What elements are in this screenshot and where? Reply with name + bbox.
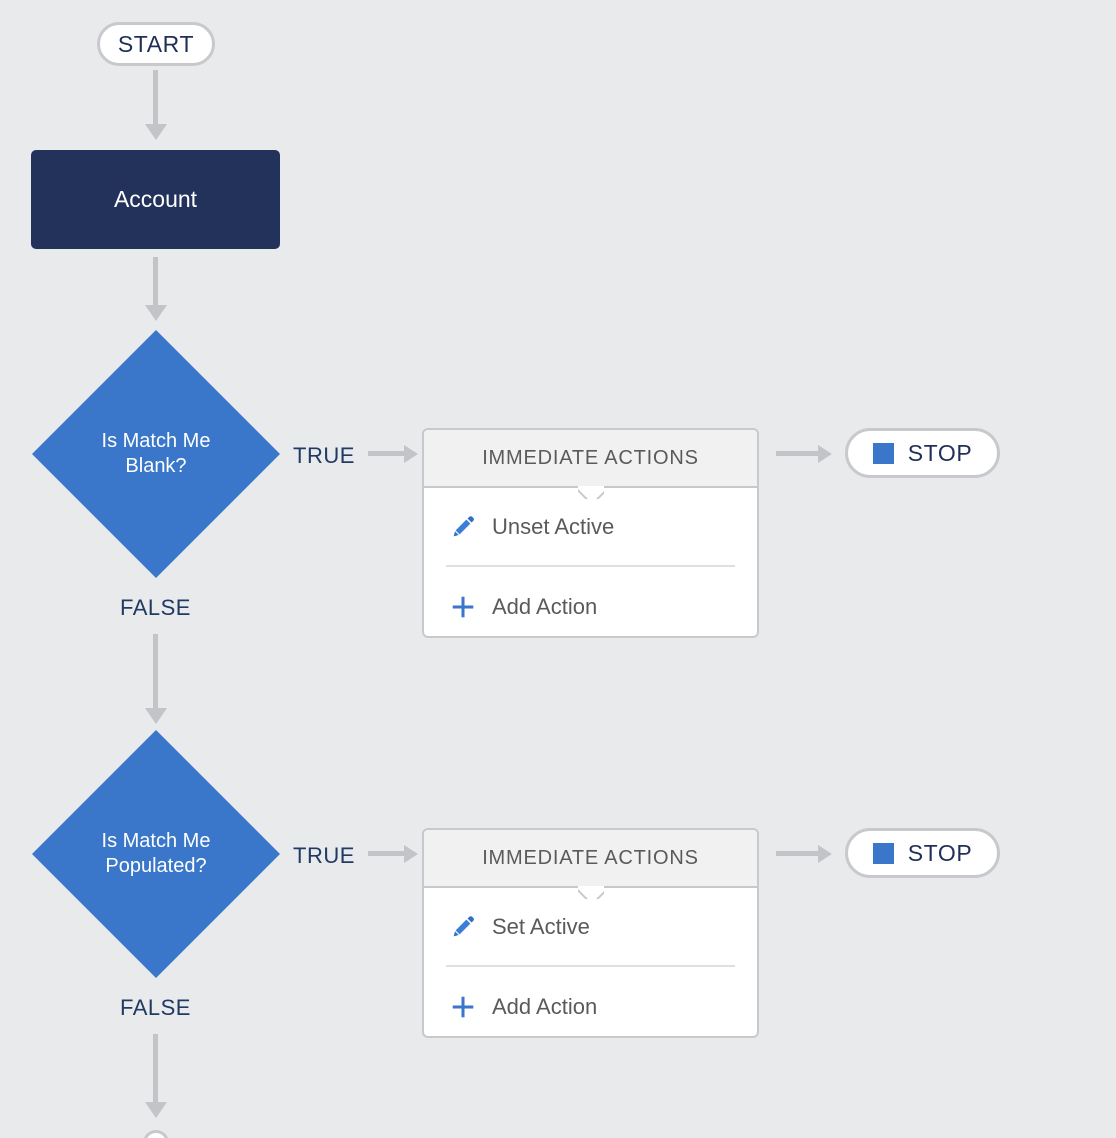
immediate-actions-panel-2[interactable]: IMMEDIATE ACTIONS Set Active Add Action xyxy=(422,828,759,1038)
connector-panel-1-to-stop-1 xyxy=(776,451,820,456)
branch-label-false-2: FALSE xyxy=(120,995,191,1020)
immediate-actions-panel-1[interactable]: IMMEDIATE ACTIONS Unset Active Add Actio… xyxy=(422,428,759,638)
panel-body-1: Unset Active Add Action xyxy=(424,488,757,646)
add-action-label: Add Action xyxy=(492,993,598,1019)
decision-node-label: Is Match Me Populated? xyxy=(101,830,211,877)
connector-panel-2-to-stop-2 xyxy=(776,851,820,856)
flow-canvas: START Account Is Match Me Blank? TRUE IM… xyxy=(0,0,1116,1138)
start-node-label: START xyxy=(117,30,195,57)
arrowhead-start-to-account xyxy=(145,124,167,140)
connector-decision-2-true xyxy=(368,851,408,856)
stop-node-label: STOP xyxy=(907,839,973,866)
add-action-label: Add Action xyxy=(492,593,598,619)
panel-header-2: IMMEDIATE ACTIONS xyxy=(424,830,757,888)
pencil-icon xyxy=(453,915,474,936)
plus-icon xyxy=(452,596,474,617)
branch-label-true-1: TRUE xyxy=(293,443,355,468)
branch-label-true-2: TRUE xyxy=(293,843,355,868)
panel-header-1: IMMEDIATE ACTIONS xyxy=(424,430,757,488)
blue-square-icon xyxy=(872,442,894,464)
arrowhead-decision-1-true xyxy=(404,445,418,463)
branch-label-false-1: FALSE xyxy=(120,595,191,620)
action-row-set-active[interactable]: Set Active xyxy=(446,888,735,967)
connector-decision-2-false xyxy=(153,1034,158,1104)
panel-body-2: Set Active Add Action xyxy=(424,888,757,1046)
arrowhead-decision-2-false xyxy=(145,1102,167,1118)
blue-square-icon xyxy=(872,842,894,864)
action-row-label: Set Active xyxy=(492,913,590,939)
action-row-label: Unset Active xyxy=(492,513,615,539)
add-action-row-1[interactable]: Add Action xyxy=(424,567,757,646)
add-action-row-2[interactable]: Add Action xyxy=(424,967,757,1046)
panel-header-label: IMMEDIATE ACTIONS xyxy=(482,846,699,869)
object-node-label: Account xyxy=(113,186,198,212)
pencil-icon xyxy=(453,515,474,536)
start-node[interactable]: START xyxy=(97,22,215,66)
panel-header-label: IMMEDIATE ACTIONS xyxy=(482,446,699,469)
next-node-partial[interactable] xyxy=(143,1130,169,1138)
arrowhead-panel-2-to-stop-2 xyxy=(818,845,832,863)
connector-decision-1-true xyxy=(368,451,408,456)
arrowhead-account-to-decision-1 xyxy=(145,305,167,321)
stop-node-2[interactable]: STOP xyxy=(845,828,1000,878)
object-node-account[interactable]: Account xyxy=(31,150,280,249)
arrowhead-decision-2-true xyxy=(404,845,418,863)
action-row-unset-active[interactable]: Unset Active xyxy=(446,488,735,567)
plus-icon xyxy=(452,996,474,1017)
arrowhead-decision-1-false xyxy=(145,708,167,724)
decision-node-label: Is Match Me Blank? xyxy=(101,430,211,477)
decision-node-is-match-me-blank[interactable]: Is Match Me Blank? xyxy=(32,330,280,578)
connector-decision-1-false xyxy=(153,634,158,710)
stop-node-label: STOP xyxy=(907,439,973,466)
connector-start-to-account xyxy=(153,70,158,126)
decision-node-is-match-me-populated[interactable]: Is Match Me Populated? xyxy=(32,730,280,978)
stop-node-1[interactable]: STOP xyxy=(845,428,1000,478)
arrowhead-panel-1-to-stop-1 xyxy=(818,445,832,463)
connector-account-to-decision-1 xyxy=(153,257,158,307)
